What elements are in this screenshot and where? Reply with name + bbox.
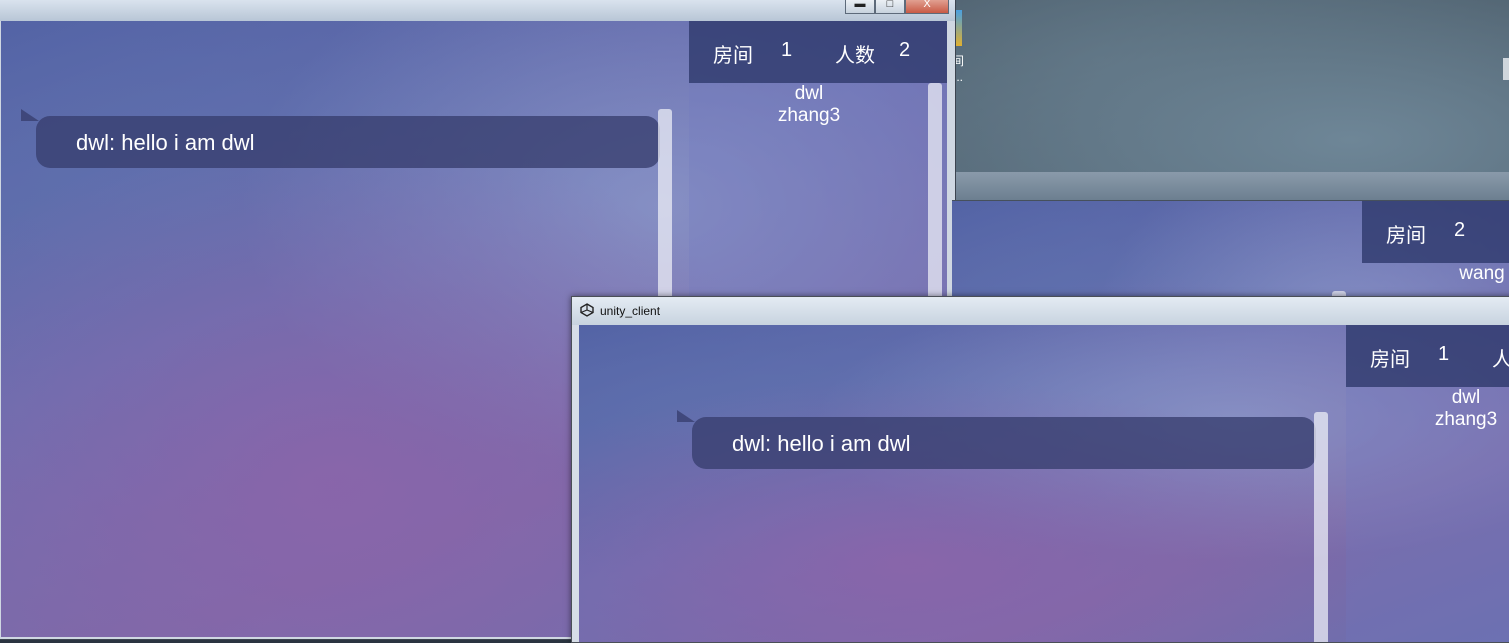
chat-message-text: dwl: hello i am dwl <box>732 431 911 456</box>
window-titlebar[interactable]: ▬ □ X <box>0 0 955 21</box>
member-name: wang <box>1459 263 1505 284</box>
member-list: dwl zhang3 <box>689 83 929 127</box>
chat-scrollbar[interactable] <box>1314 412 1328 642</box>
background-window-titlebar[interactable] <box>952 172 1509 200</box>
room-number: 1 <box>781 39 793 61</box>
room-info-bar: 房间 1 人 <box>1346 325 1509 387</box>
chat-bubble-tail <box>677 410 695 422</box>
member-name: dwl <box>794 83 824 104</box>
unity-window-front: unity_client 房间 1 人 dwl zhang3 dwl: hell… <box>571 296 1509 643</box>
window-titlebar[interactable]: unity_client <box>572 297 1509 325</box>
chat-message-text: dwl: hello i am dwl <box>76 130 255 155</box>
member-list: wang <box>1442 263 1509 285</box>
game-view: 房间 1 人 dwl zhang3 dwl: hello i am dwl <box>579 325 1509 642</box>
count-value: 2 <box>899 39 911 61</box>
chat-message-bubble: dwl: hello i am dwl <box>692 417 1316 469</box>
member-name: dwl <box>1451 387 1481 408</box>
room-info-bar: 房间 1 人数 2 <box>689 21 947 83</box>
chat-message-bubble: dwl: hello i am dwl <box>36 116 660 168</box>
count-label: 人 <box>1492 349 1509 371</box>
room-number: 2 <box>1454 219 1466 241</box>
minimize-button[interactable]: ▬ <box>845 0 875 14</box>
window-title: unity_client <box>600 304 661 318</box>
member-name: zhang3 <box>777 105 841 126</box>
maximize-button[interactable]: □ <box>875 0 905 14</box>
background-window-edge <box>1503 58 1509 80</box>
window-controls: ▬ □ X <box>845 0 949 14</box>
room-number: 1 <box>1438 343 1450 365</box>
member-list: dwl zhang3 <box>1346 387 1509 431</box>
unity-logo-icon <box>580 303 594 317</box>
room-info-bar: 房间 2 <box>1362 201 1509 263</box>
member-name: zhang3 <box>1434 409 1498 430</box>
count-label: 人数 <box>835 45 875 67</box>
room-label: 房间 <box>1386 225 1426 247</box>
chat-bubble-tail <box>21 109 39 121</box>
close-button[interactable]: X <box>905 0 949 14</box>
room-label: 房间 <box>713 45 753 67</box>
room-label: 房间 <box>1370 349 1410 371</box>
